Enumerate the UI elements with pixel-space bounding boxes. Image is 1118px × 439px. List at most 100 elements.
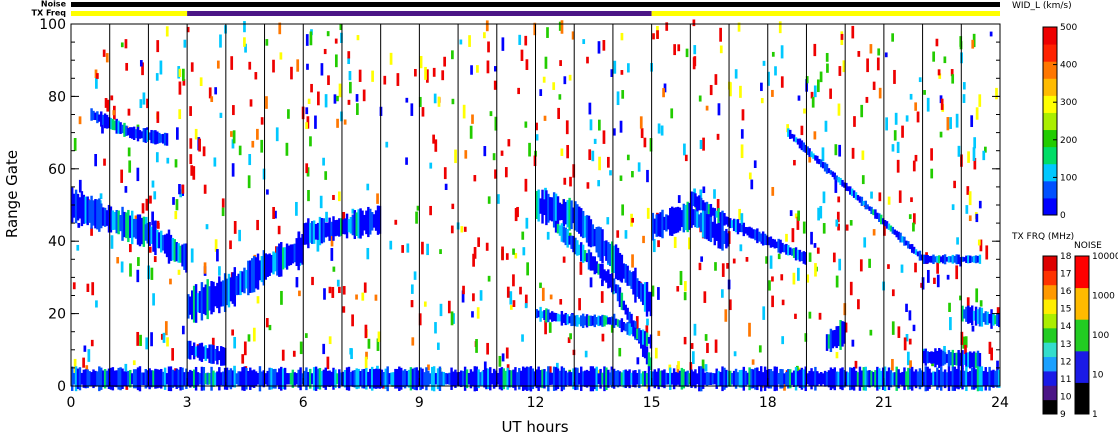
- echo-cell: [485, 20, 489, 32]
- echo-cell: [472, 293, 475, 302]
- echo-cell: [151, 180, 155, 188]
- echo-cell: [72, 282, 76, 290]
- x-tick-label: 3: [183, 395, 192, 411]
- txfreq-tick-label: 16: [1060, 287, 1072, 297]
- echo-cell: [233, 221, 237, 234]
- echo-cell: [978, 352, 982, 369]
- echo-cell: [501, 37, 505, 51]
- echo-cell: [909, 93, 913, 100]
- echo-cell: [127, 108, 131, 116]
- echo-cell: [194, 128, 198, 140]
- echo-cell: [516, 206, 519, 218]
- echo-cell: [190, 248, 194, 263]
- echo-cell: [704, 364, 708, 372]
- echo-cell: [758, 345, 762, 353]
- echo-cell: [181, 184, 185, 194]
- echo-cell: [962, 82, 966, 90]
- echo-cell: [657, 287, 660, 300]
- echo-cell: [914, 262, 917, 273]
- echo-cell: [394, 219, 398, 225]
- echo-cell: [366, 247, 370, 260]
- txfreq-colorbar-title: TX FRQ (MHz): [1011, 232, 1074, 242]
- echo-cell: [813, 243, 817, 248]
- echo-cell: [505, 347, 509, 359]
- echo-cell: [760, 97, 764, 104]
- echo-cell: [819, 206, 823, 219]
- echo-cell: [797, 95, 801, 101]
- echo-cell: [829, 88, 832, 99]
- echo-cell: [739, 244, 743, 252]
- echo-cell: [679, 270, 683, 286]
- echo-cell: [314, 115, 317, 129]
- echo-cell: [670, 108, 674, 119]
- echo-cell: [676, 286, 680, 292]
- echo-cell: [132, 360, 136, 366]
- echo-cell: [309, 136, 312, 147]
- echo-cell: [979, 300, 983, 307]
- echo-cell: [636, 357, 640, 365]
- echo-cell: [203, 262, 207, 274]
- echo-cell: [295, 277, 299, 288]
- echo-cell: [857, 299, 860, 310]
- echo-cell: [903, 337, 907, 351]
- noise-colorbar: NOISE 1 10 100 1000 10000: [1074, 241, 1118, 420]
- echo-cell: [861, 175, 865, 185]
- echo-cell: [421, 107, 425, 117]
- echo-cell: [602, 130, 606, 144]
- noise-swatch: [1075, 350, 1089, 383]
- echo-cell: [443, 167, 447, 180]
- echo-cell: [887, 264, 890, 269]
- echo-cell: [566, 144, 570, 159]
- echo-cell: [549, 294, 553, 300]
- echo-cell: [105, 53, 109, 63]
- echo-cell: [361, 292, 365, 301]
- echo-cell: [989, 31, 993, 37]
- echo-cell: [619, 175, 623, 181]
- echo-cell: [232, 130, 236, 144]
- echo-cell: [948, 302, 951, 312]
- echo-cell: [487, 196, 491, 204]
- echo-cell: [333, 94, 337, 104]
- echo-cell: [838, 144, 842, 157]
- echo-cell: [305, 34, 309, 46]
- echo-cell: [498, 355, 502, 367]
- echo-cell: [429, 162, 433, 169]
- echo-cell: [781, 299, 785, 306]
- colorbar-swatch: [1043, 163, 1057, 182]
- txfreq-swatch: [1043, 385, 1057, 401]
- txfreq-swatch: [1043, 399, 1057, 415]
- echo-cell: [618, 347, 622, 357]
- echo-cell: [91, 282, 95, 296]
- colorbar-swatch: [1043, 61, 1057, 79]
- x-tick-label: 9: [415, 395, 424, 411]
- echo-cell: [780, 76, 784, 88]
- echo-cell: [323, 288, 326, 300]
- echo-cell: [631, 217, 635, 223]
- echo-cell: [189, 138, 193, 149]
- noise-tick-label: 100: [1092, 331, 1109, 341]
- echo-cell: [560, 148, 564, 156]
- echo-cell: [646, 207, 650, 219]
- echo-cell: [483, 146, 487, 157]
- echo-cell: [762, 60, 766, 66]
- txfreq-tick-label: 17: [1060, 270, 1071, 280]
- echo-cell: [454, 149, 457, 164]
- echo-cell: [520, 49, 524, 61]
- echo-cell: [275, 127, 279, 142]
- echo-cell: [396, 73, 400, 86]
- echo-cell: [389, 240, 393, 250]
- echo-cell: [896, 159, 900, 173]
- echo-cell: [930, 148, 933, 161]
- echo-cell: [90, 339, 94, 347]
- echo-cell: [684, 154, 688, 162]
- echo-cell: [690, 343, 694, 349]
- colorbar-swatch: [1043, 112, 1057, 131]
- echo-cell: [977, 239, 981, 246]
- echo-cell: [410, 103, 414, 116]
- echo-cell: [171, 348, 175, 361]
- echo-cell: [597, 180, 601, 187]
- echo-cell: [137, 257, 140, 267]
- echo-cell: [544, 56, 548, 69]
- echo-cell: [459, 39, 463, 45]
- echo-cell: [155, 152, 159, 163]
